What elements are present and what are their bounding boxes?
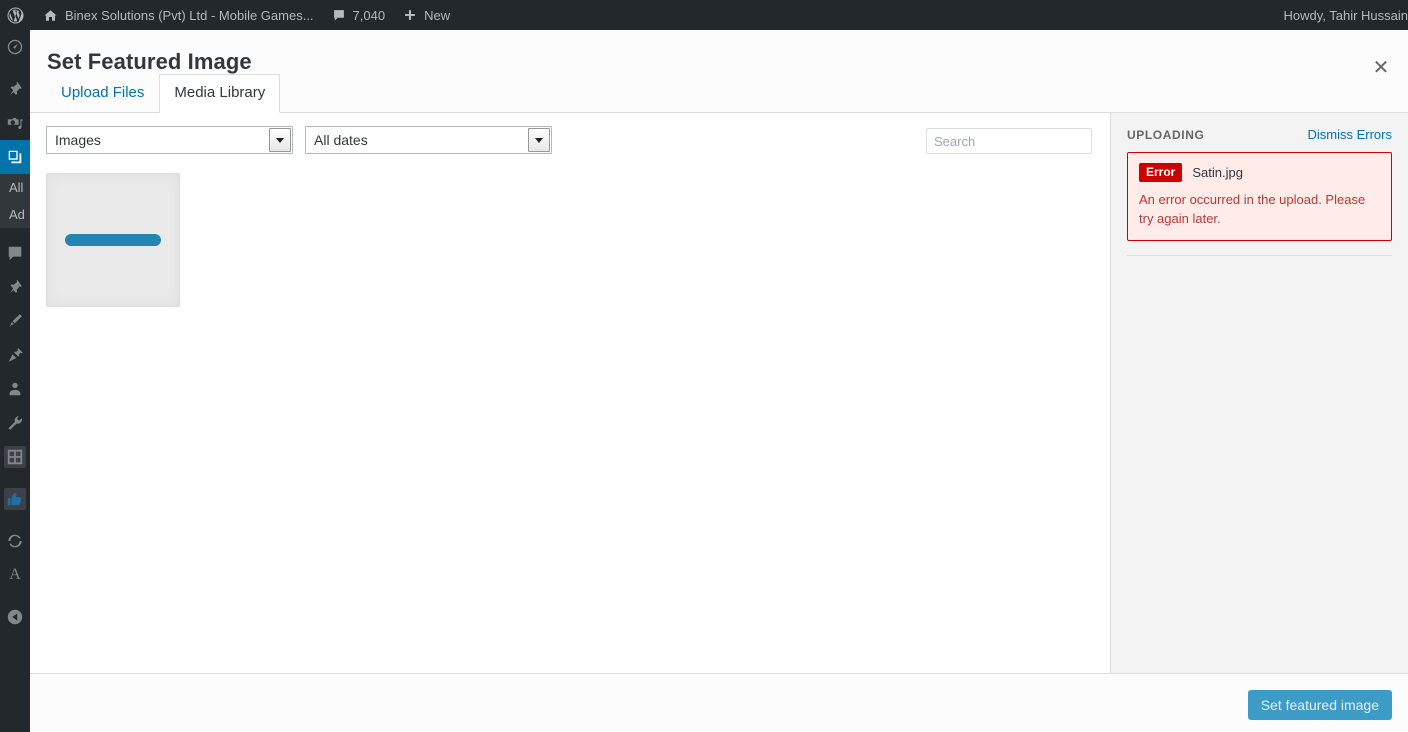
media-toolbar: Images All dates [30, 113, 1110, 169]
adminbar-site-name[interactable]: Binex Solutions (Pvt) Ltd - Mobile Games… [34, 0, 323, 30]
chevron-down-icon [269, 128, 291, 152]
sidebar-item-typography[interactable]: A [0, 558, 30, 592]
pushpin-icon [6, 278, 24, 296]
home-icon [43, 8, 58, 23]
sidebar-item-comments[interactable] [0, 236, 30, 270]
sidebar-item-updates[interactable] [0, 524, 30, 558]
media-date-filter[interactable]: All dates [305, 126, 552, 154]
media-sidebar: UPLOADING Dismiss Errors Error Satin.jpg… [1110, 113, 1408, 673]
search-input[interactable] [926, 128, 1092, 154]
letter-a-icon: A [9, 566, 21, 583]
adminbar-greeting-label: Howdy, Tahir Hussain [1283, 7, 1408, 23]
sidebar-item-settings-grid[interactable] [0, 440, 30, 474]
media-library-content: Images All dates [30, 113, 1110, 673]
plus-icon [403, 8, 417, 22]
upload-error-filename: Satin.jpg [1192, 165, 1243, 181]
sidebar-submenu-label: All [9, 180, 24, 195]
camera-music-icon [6, 114, 24, 132]
tab-upload-files[interactable]: Upload Files [46, 74, 159, 113]
attachments-grid [30, 169, 1110, 323]
upload-error-item: Error Satin.jpg An error occurred in the… [1127, 152, 1392, 242]
user-icon [6, 380, 24, 398]
sidebar-item-portfolio[interactable] [0, 270, 30, 304]
layout-grid-icon [4, 446, 26, 468]
sync-arrows-icon [6, 532, 24, 550]
upload-progress-bar [65, 234, 161, 246]
adminbar-account[interactable]: Howdy, Tahir Hussain [1274, 0, 1408, 30]
tab-media-library[interactable]: Media Library [159, 74, 281, 113]
admin-bar: Binex Solutions (Pvt) Ltd - Mobile Games… [0, 0, 1408, 30]
wordpress-logo-icon [7, 7, 24, 24]
dismiss-errors-link[interactable]: Dismiss Errors [1308, 127, 1393, 142]
set-featured-image-modal: Set Featured Image ✕ Upload Files Media … [30, 30, 1408, 732]
status-badge: Error [1139, 163, 1183, 183]
sidebar-item-plugins[interactable] [0, 338, 30, 372]
adminbar-comments-count: 7,040 [352, 7, 386, 23]
pushpin-icon [6, 80, 24, 98]
sidebar-divider [1127, 255, 1392, 257]
uploading-header: UPLOADING Dismiss Errors [1127, 127, 1392, 142]
adminbar-new-content[interactable]: New [394, 0, 459, 30]
media-date-filter-value: All dates [314, 132, 368, 148]
sidebar-item-posts[interactable] [0, 72, 30, 106]
sidebar-item-tools[interactable] [0, 406, 30, 440]
sidebar-item-users[interactable] [0, 372, 30, 406]
page-title: Set Featured Image [47, 49, 252, 74]
close-icon[interactable]: ✕ [1356, 42, 1406, 92]
adminbar-site-name-label: Binex Solutions (Pvt) Ltd - Mobile Games… [65, 7, 314, 23]
comment-bubble-icon [332, 8, 346, 22]
sidebar-item-social[interactable] [0, 482, 30, 516]
modal-footer: Set featured image [30, 673, 1408, 732]
modal-body: Images All dates Search UPLOADING Dismis… [30, 112, 1408, 673]
adminbar-comments[interactable]: 7,040 [323, 0, 395, 30]
wrench-icon [6, 414, 24, 432]
attachment-uploading[interactable] [46, 173, 180, 307]
modal-tabs: Upload Files Media Library [46, 74, 281, 113]
media-stack-icon [6, 148, 24, 166]
sidebar-item-media[interactable] [0, 140, 30, 174]
sidebar-item-media-old[interactable] [0, 106, 30, 140]
sidebar-item-appearance[interactable] [0, 304, 30, 338]
paintbrush-icon [6, 312, 24, 330]
adminbar-new-label: New [424, 7, 451, 23]
chevron-down-icon [528, 128, 550, 152]
upload-error-message: An error occurred in the upload. Please … [1139, 192, 1366, 226]
sidebar-submenu-label: Ad [9, 207, 25, 222]
sidebar-submenu-all-items[interactable]: All [0, 174, 30, 201]
plug-icon [6, 346, 24, 364]
dashboard-gauge-icon [6, 38, 24, 56]
sidebar-submenu-add-new[interactable]: Ad [0, 201, 30, 228]
adminbar-wordpress-logo[interactable] [0, 0, 34, 30]
uploading-label: UPLOADING [1127, 128, 1205, 142]
media-type-filter[interactable]: Images [46, 126, 293, 154]
set-featured-image-button[interactable]: Set featured image [1247, 690, 1392, 720]
admin-sidebar-menu: All Ad A [0, 30, 30, 732]
comment-bubble-icon [6, 244, 24, 262]
thumbs-up-icon [4, 488, 26, 510]
upload-error-row: Error Satin.jpg [1139, 163, 1380, 183]
media-type-filter-value: Images [55, 132, 101, 148]
sidebar-item-collapse-menu[interactable] [0, 600, 30, 634]
sidebar-item-dashboard[interactable] [0, 30, 30, 64]
modal-title-bar: Set Featured Image ✕ Upload Files Media … [30, 30, 1408, 113]
collapse-arrow-icon [6, 608, 24, 626]
